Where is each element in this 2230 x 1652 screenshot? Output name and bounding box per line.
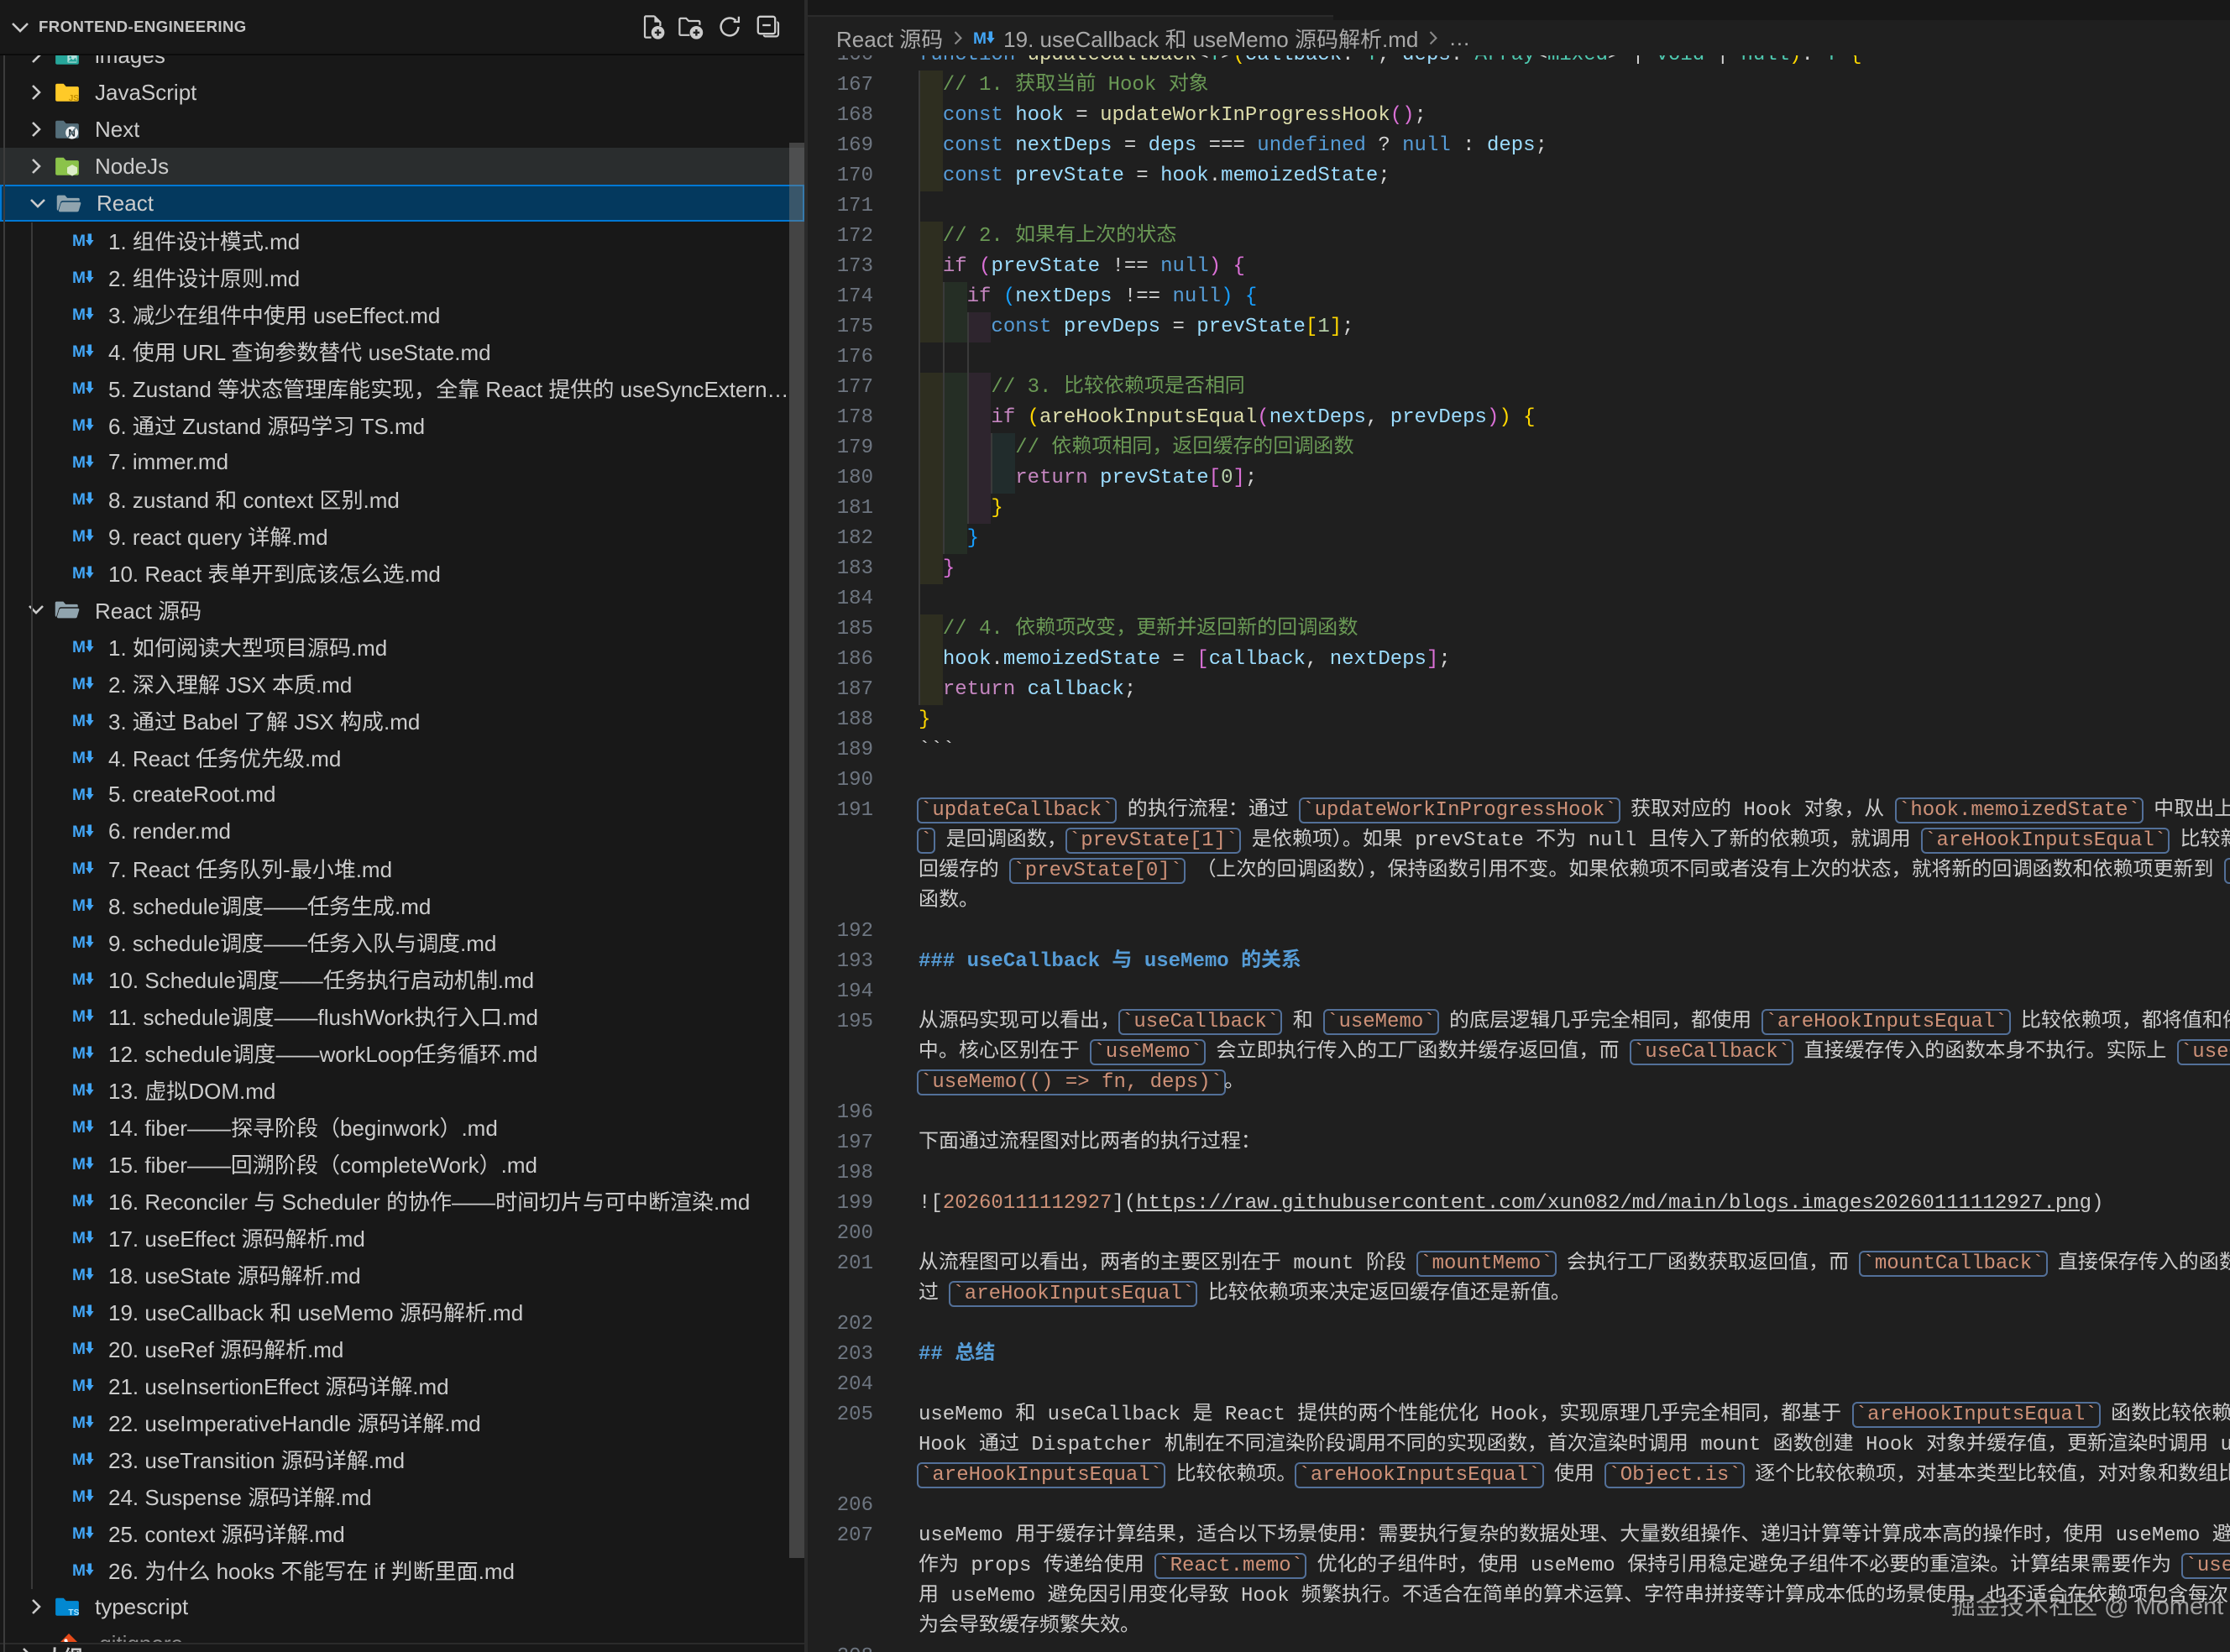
svg-text:M: M	[72, 454, 86, 472]
svg-text:M: M	[72, 713, 86, 730]
svg-text:M: M	[72, 1304, 86, 1321]
svg-text:M: M	[72, 897, 86, 915]
svg-text:TS: TS	[68, 1608, 79, 1618]
svg-text:M: M	[72, 823, 86, 841]
svg-text:M: M	[72, 1525, 86, 1543]
svg-text:M: M	[72, 1045, 86, 1063]
svg-text:M: M	[72, 343, 86, 361]
svg-text:M: M	[72, 1193, 86, 1210]
svg-text:M: M	[72, 750, 86, 767]
svg-text:M: M	[72, 1267, 86, 1284]
svg-text:M: M	[72, 639, 86, 656]
svg-text:M: M	[72, 1119, 86, 1137]
svg-text:M: M	[72, 528, 86, 546]
svg-text:M: M	[72, 1488, 86, 1506]
svg-text:M: M	[973, 30, 987, 48]
svg-text:M: M	[72, 1378, 86, 1395]
svg-text:JS: JS	[69, 94, 80, 103]
svg-text:M: M	[72, 233, 86, 250]
svg-text:M: M	[72, 491, 86, 509]
svg-text:M: M	[72, 1082, 86, 1100]
svg-text:M: M	[72, 565, 86, 583]
svg-text:M: M	[72, 971, 86, 989]
svg-text:M: M	[72, 934, 86, 952]
svg-text:M: M	[72, 1156, 86, 1174]
svg-text:M: M	[72, 269, 86, 287]
svg-text:M: M	[72, 1230, 86, 1247]
svg-text:M: M	[72, 380, 86, 398]
svg-text:M: M	[72, 1008, 86, 1026]
svg-text:M: M	[72, 306, 86, 324]
svg-text:M: M	[72, 1451, 86, 1469]
svg-text:M: M	[72, 417, 86, 435]
svg-text:M: M	[72, 1414, 86, 1432]
svg-text:M: M	[72, 860, 86, 878]
svg-text:M: M	[72, 676, 86, 693]
svg-text:M: M	[72, 1562, 86, 1580]
svg-text:M: M	[72, 1341, 86, 1358]
svg-text:M: M	[72, 787, 86, 804]
